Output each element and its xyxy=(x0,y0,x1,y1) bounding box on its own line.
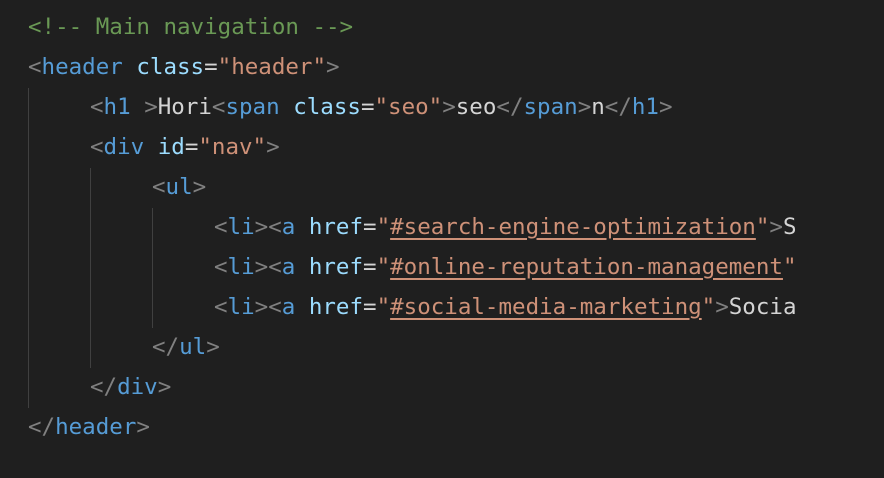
code-token-str: "seo" xyxy=(374,94,443,120)
code-token-str: " xyxy=(755,214,770,240)
code-token-tag-bracket: > xyxy=(769,214,783,240)
code-token-tag-bracket: > xyxy=(326,54,340,80)
code-token-tag-bracket: < xyxy=(214,254,228,280)
code-token-tag-bracket: </ xyxy=(604,94,632,120)
code-line[interactable]: <div id="nav"> xyxy=(90,127,280,167)
code-token-text: n xyxy=(591,94,605,120)
code-token-text: S xyxy=(782,214,797,240)
indent-guide xyxy=(90,168,91,368)
code-token-str: "header" xyxy=(217,54,327,80)
code-token-attr: class xyxy=(293,94,361,120)
code-token-tag-bracket: </ xyxy=(152,334,180,360)
code-token-tag: h1 xyxy=(103,94,131,120)
code-editor[interactable]: <!-- Main navigation --> <header class="… xyxy=(0,0,884,478)
code-token-tag-bracket: </ xyxy=(496,94,524,120)
code-token-tag-bracket: > xyxy=(206,334,220,360)
code-token-tag: a xyxy=(281,254,296,280)
code-token-str: " xyxy=(376,214,391,240)
code-token-tag-bracket: > xyxy=(157,374,172,400)
code-token-tag-bracket: > xyxy=(254,294,269,320)
code-token-tag-bracket: < xyxy=(152,174,166,200)
code-token-tag: span xyxy=(225,94,280,120)
code-token-tag: header xyxy=(41,54,123,80)
code-line[interactable]: <h1 >Hori<span class="seo">seo</span>n</… xyxy=(90,87,673,127)
code-line[interactable]: <li><a href="#online-reputation-manageme… xyxy=(214,247,797,287)
code-token-tag-bracket: < xyxy=(268,254,282,280)
code-token-tag: li xyxy=(227,214,255,240)
code-token-tag-bracket: </ xyxy=(28,414,56,440)
code-token-tag-bracket: </ xyxy=(90,374,118,400)
code-token-attr: class xyxy=(136,54,205,80)
code-token-eq: = xyxy=(363,214,377,240)
code-token-tag: div xyxy=(117,374,158,400)
code-token-link: #search-engine-optimization xyxy=(390,214,756,240)
code-token-attr: href xyxy=(308,214,364,240)
code-token-text: Hori xyxy=(157,94,212,120)
code-line[interactable]: </ul> xyxy=(152,327,220,367)
code-token-eq: = xyxy=(184,134,199,160)
code-line[interactable]: <header class="header"> xyxy=(28,47,340,87)
code-token-tag: div xyxy=(103,134,145,160)
indent-guide xyxy=(28,88,29,408)
code-token-tag-bracket: > xyxy=(577,94,592,120)
code-token-tag: a xyxy=(281,214,296,240)
code-token-tag: header xyxy=(55,414,137,440)
code-line[interactable]: </div> xyxy=(90,367,171,407)
code-token-link: #social-media-marketing xyxy=(390,294,702,320)
code-token-text: seo xyxy=(455,94,497,120)
indent-guide xyxy=(152,208,153,328)
code-token-tag-bracket: > xyxy=(144,94,158,120)
code-token-tag-bracket: < xyxy=(268,214,282,240)
code-token-text: Socia xyxy=(728,294,797,320)
code-token-attr: href xyxy=(308,254,364,280)
code-token-tag-bracket: > xyxy=(192,174,207,200)
code-comment[interactable]: <!-- Main navigation --> xyxy=(28,7,353,47)
code-line[interactable]: </header> xyxy=(28,407,150,447)
code-token-str: " xyxy=(376,294,391,320)
code-token-tag: li xyxy=(227,254,255,280)
code-token-link: #online-reputation-management xyxy=(390,254,783,280)
code-token-eq: = xyxy=(204,54,218,80)
code-token-tag-bracket: < xyxy=(28,54,42,80)
code-token-tag: a xyxy=(281,294,296,320)
code-line[interactable]: <li><a href="#social-media-marketing">So… xyxy=(214,287,797,327)
code-token-tag-bracket: > xyxy=(715,294,729,320)
code-token-tag-bracket: > xyxy=(266,134,280,160)
code-token-tag-bracket: < xyxy=(90,94,104,120)
code-token-tag-bracket: < xyxy=(268,294,282,320)
code-line[interactable]: <li><a href="#search-engine-optimization… xyxy=(214,207,797,247)
code-token-str: " xyxy=(376,254,391,280)
code-token-tag-bracket: > xyxy=(254,254,269,280)
code-token-eq: = xyxy=(363,294,377,320)
code-token-attr: href xyxy=(308,294,364,320)
code-token-str: " xyxy=(782,254,797,280)
code-token-tag: span xyxy=(523,94,578,120)
code-token-tag-bracket: > xyxy=(136,414,150,440)
code-token-tag-bracket: > xyxy=(658,94,673,120)
code-token-tag-bracket: > xyxy=(254,214,269,240)
code-token-tag: li xyxy=(227,294,255,320)
code-token-str: "nav" xyxy=(198,134,267,160)
code-token-tag-bracket: < xyxy=(211,94,226,120)
code-token-tag-bracket: < xyxy=(214,294,228,320)
code-token-tag: h1 xyxy=(631,94,659,120)
code-token-eq: = xyxy=(360,94,375,120)
code-token-tag: ul xyxy=(179,334,207,360)
code-token-eq: = xyxy=(363,254,377,280)
code-line[interactable]: <ul> xyxy=(152,167,206,207)
code-token-tag: ul xyxy=(165,174,193,200)
code-token-tag-bracket: > xyxy=(442,94,456,120)
code-token-attr: id xyxy=(157,134,185,160)
code-token-str: " xyxy=(701,294,716,320)
code-token-tag-bracket: < xyxy=(214,214,228,240)
code-token-tag-bracket: < xyxy=(90,134,104,160)
